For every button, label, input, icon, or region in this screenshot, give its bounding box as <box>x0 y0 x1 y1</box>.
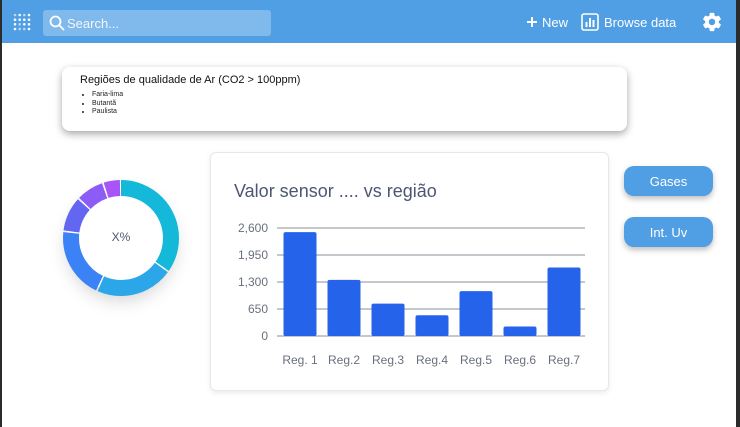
metabase-logo-icon[interactable] <box>13 13 31 31</box>
bar-reg-7[interactable] <box>547 267 581 336</box>
bar-reg-4[interactable] <box>415 315 449 336</box>
top-navigation-bar: New Browse data <box>2 0 736 43</box>
x-tick-label: Reg.5 <box>460 353 492 367</box>
browse-data-button[interactable]: Browse data <box>581 12 676 32</box>
y-tick-label: 0 <box>261 329 268 343</box>
region-list-item: Paulista <box>92 108 123 117</box>
air-quality-card: Regiões de qualidade de Ar (CO2 > 100ppm… <box>62 67 627 131</box>
bar-chart-icon <box>581 13 599 31</box>
bar-chart: 2,600 1,950 1,300 650 0 Reg. 1 Reg.2 Reg.3 Reg.4… <box>238 221 585 367</box>
x-tick-label: Reg.4 <box>416 353 448 367</box>
bar-reg-5[interactable] <box>459 291 493 336</box>
region-list: Faria-lima Butantã Paulista <box>80 91 123 117</box>
donut-center-label: X% <box>111 230 131 244</box>
region-list-item: Faria-lima <box>92 91 123 100</box>
region-list-item: Butantã <box>92 100 123 109</box>
bar-reg-3[interactable] <box>371 303 405 336</box>
bar-reg-2[interactable] <box>327 279 361 336</box>
uv-intensity-button[interactable]: Int. Uv <box>624 217 713 247</box>
new-button-label: New <box>542 14 569 30</box>
plus-icon <box>527 17 537 27</box>
bar-chart-card: Valor sensor .... vs região 2,600 1,950 1,… <box>210 152 609 391</box>
y-tick-label: 2,600 <box>238 221 268 235</box>
search-bar[interactable] <box>43 10 271 36</box>
x-tick-label: Reg.7 <box>548 353 580 367</box>
x-tick-label: Reg. 1 <box>282 353 318 367</box>
new-button[interactable]: New <box>526 12 568 32</box>
card-title: Regiões de qualidade de Ar (CO2 > 100ppm… <box>80 74 301 86</box>
gases-button[interactable]: Gases <box>624 166 713 196</box>
search-icon <box>49 15 65 31</box>
y-tick-label: 1,950 <box>238 248 268 262</box>
y-tick-label: 650 <box>248 302 268 316</box>
bar-reg-1[interactable] <box>283 232 317 336</box>
browse-data-label: Browse data <box>604 14 677 30</box>
gear-icon[interactable] <box>701 11 723 33</box>
search-input[interactable] <box>67 13 263 33</box>
x-tick-label: Reg.2 <box>328 353 360 367</box>
x-tick-label: Reg.6 <box>504 353 536 367</box>
app-frame: New Browse data Regiões de qualidade de … <box>2 0 736 427</box>
x-tick-label: Reg.3 <box>372 353 404 367</box>
y-tick-label: 1,300 <box>238 275 268 289</box>
bar-reg-6[interactable] <box>503 326 537 336</box>
